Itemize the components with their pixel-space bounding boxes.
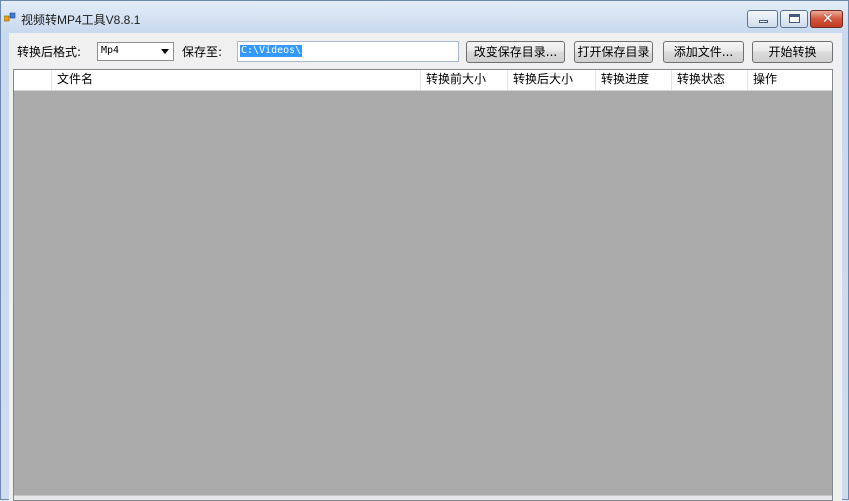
column-header-size-before[interactable]: 转换前大小	[421, 70, 508, 90]
window-title: 视频转MP4工具V8.8.1	[21, 13, 141, 27]
start-convert-button[interactable]: 开始转换	[752, 41, 833, 63]
column-header-progress[interactable]: 转换进度	[596, 70, 672, 90]
save-path-input[interactable]: C:\Videos\	[237, 41, 459, 62]
file-list[interactable]: 文件名 转换前大小 转换后大小 转换进度 转换状态 操作	[13, 69, 833, 501]
client-area: 转换后格式: Mp4 保存至: C:\Videos\ 改变保存目录... 打开保…	[9, 33, 842, 501]
save-path-value: C:\Videos\	[240, 45, 303, 57]
column-header-index[interactable]	[14, 70, 52, 90]
change-save-dir-button[interactable]: 改变保存目录...	[466, 41, 565, 63]
add-file-button[interactable]: 添加文件...	[663, 41, 744, 63]
format-label: 转换后格式:	[17, 45, 82, 59]
maximize-button[interactable]	[780, 10, 808, 28]
column-header-action[interactable]: 操作	[748, 70, 832, 90]
column-header-filename[interactable]: 文件名	[52, 70, 421, 90]
file-list-header: 文件名 转换前大小 转换后大小 转换进度 转换状态 操作	[14, 70, 832, 91]
chevron-down-icon[interactable]	[161, 49, 169, 54]
horizontal-scrollbar[interactable]	[14, 495, 832, 500]
column-header-status[interactable]: 转换状态	[672, 70, 748, 90]
app-icon	[4, 12, 16, 22]
format-select-value: Mp4	[101, 45, 120, 56]
format-select[interactable]: Mp4	[97, 42, 174, 61]
maximize-icon	[789, 14, 800, 23]
open-save-dir-button[interactable]: 打开保存目录	[574, 41, 653, 63]
close-button[interactable]: ✕	[810, 10, 843, 28]
title-bar[interactable]: 视频转MP4工具V8.8.1 ✕	[1, 1, 848, 33]
save-to-label: 保存至:	[182, 45, 223, 59]
app-window: 视频转MP4工具V8.8.1 ✕ 转换后格式: Mp4 保存至: C:\Vide…	[0, 0, 849, 501]
close-icon: ✕	[822, 11, 834, 27]
minimize-button[interactable]	[747, 10, 778, 28]
column-header-size-after[interactable]: 转换后大小	[508, 70, 596, 90]
minimize-icon	[759, 20, 768, 23]
